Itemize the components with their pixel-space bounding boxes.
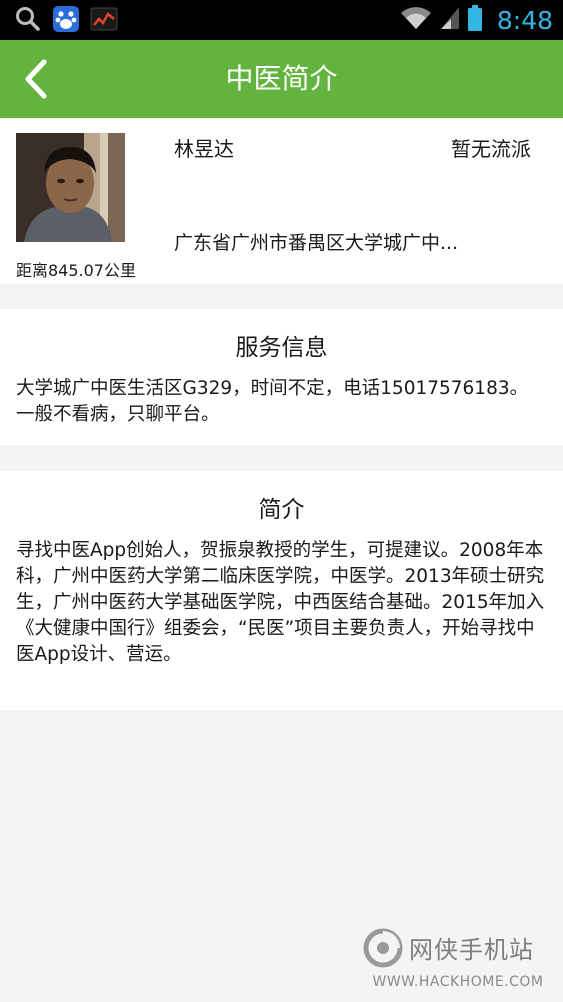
introduction-title: 简介 [258,497,305,523]
doctor-name: 林昱达 [174,137,234,161]
watermark-url: WWW.HACKHOME.COM [372,974,544,990]
stock-chart-icon [90,5,118,33]
service-info-body: 大学城广中医生活区G329，时间不定，电话15017576183。一般不看病，只… [16,378,529,425]
clock: 8:48 [496,5,553,35]
introduction-body: 寻找中医App创始人，贺振泉教授的学生，可提建议。2008年本科，广州中医药大学… [16,540,545,665]
chevron-left-icon [25,59,47,99]
app-header: 中医简介 [0,40,563,118]
watermark: 网侠手机站 WWW.HACKHOME.COM [363,926,553,996]
system-icons: 8:48 [399,0,553,40]
status-bar: 8:48 [0,0,563,40]
avatar-photo [16,133,125,242]
baidu-app-icon [52,5,80,33]
back-button[interactable] [16,54,60,104]
battery-icon [467,4,483,36]
search-icon [14,5,42,33]
notification-icons [14,5,118,33]
introduction-section: 简介 寻找中医App创始人，贺振泉教授的学生，可提建议。2008年本科，广州中医… [0,471,563,710]
watermark-name: 网侠手机站 [409,936,534,964]
wifi-icon [399,5,433,35]
doctor-avatar[interactable] [16,133,125,242]
school-label: 暂无流派 [451,137,531,161]
watermark-logo-icon [363,928,403,968]
page-title: 中医简介 [225,62,338,95]
service-info-title: 服务信息 [235,335,328,361]
service-info-section: 服务信息 大学城广中医生活区G329，时间不定，电话15017576183。一般… [0,309,563,445]
doctor-address: 广东省广州市番禺区大学城广中... [174,232,459,254]
distance-label: 距离845.07公里 [16,261,136,280]
signal-icon [439,5,461,35]
